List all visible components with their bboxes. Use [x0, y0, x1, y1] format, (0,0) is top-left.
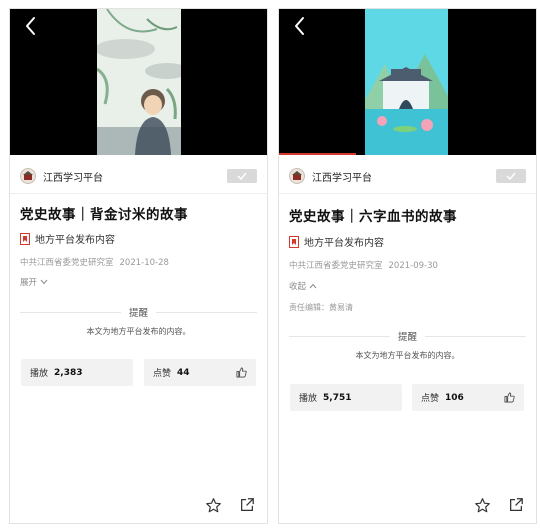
views-stat: 播放 5,751	[290, 384, 402, 411]
expand-toggle[interactable]: 展开	[20, 276, 48, 288]
like-button[interactable]: 点赞 106	[412, 384, 524, 411]
notice-heading: 提醒	[129, 308, 149, 319]
views-label: 播放	[30, 369, 49, 379]
follow-button[interactable]	[496, 169, 526, 183]
views-stat: 播放 2,383	[21, 359, 133, 386]
favorite-button[interactable]	[203, 495, 223, 515]
likes-label: 点赞	[421, 394, 440, 404]
article-card: 江西学习平台 党史故事｜六字血书的故事 地方平台发布内容 中共江西省委党史研究室…	[279, 155, 536, 523]
likes-count: 106	[445, 392, 464, 403]
share-button[interactable]	[506, 495, 526, 515]
meta-row: 中共江西省委党史研究室 2021-10-28	[20, 256, 169, 268]
star-icon	[205, 497, 221, 512]
author: 中共江西省委党史研究室	[289, 261, 383, 271]
chevron-left-icon[interactable]	[291, 15, 309, 37]
editor-credit: 责任编辑：黄易清	[289, 303, 353, 312]
share-icon	[510, 498, 523, 511]
check-icon	[237, 172, 247, 180]
bookmark-icon	[289, 235, 299, 248]
article-title: 党史故事｜背金讨米的故事	[20, 207, 188, 223]
video-player[interactable]	[279, 9, 536, 155]
source-row: 地方平台发布内容	[289, 234, 384, 249]
thumbs-up-icon	[236, 367, 247, 378]
views-count: 5,751	[323, 392, 352, 403]
publisher-avatar[interactable]	[289, 168, 305, 184]
screen-left: 江西学习平台 党史故事｜背金讨米的故事 地方平台发布内容 中共江西省委党史研究室…	[9, 8, 268, 524]
comparison-stage: 江西学习平台 党史故事｜背金讨米的故事 地方平台发布内容 中共江西省委党史研究室…	[0, 0, 540, 532]
expand-label: 展开	[20, 278, 38, 288]
author: 中共江西省委党史研究室	[20, 258, 114, 268]
divider	[10, 193, 267, 194]
likes-label: 点赞	[153, 369, 172, 379]
favorite-button[interactable]	[472, 495, 492, 515]
screen-right: 江西学习平台 党史故事｜六字血书的故事 地方平台发布内容 中共江西省委党史研究室…	[278, 8, 537, 524]
chevron-down-icon	[40, 279, 48, 285]
check-icon	[506, 172, 516, 180]
source-label: 地方平台发布内容	[304, 238, 384, 249]
chevron-up-icon	[309, 283, 317, 289]
views-label: 播放	[299, 394, 318, 404]
video-thumbnail	[365, 9, 448, 155]
source-row: 地方平台发布内容	[20, 231, 115, 246]
publisher-name[interactable]: 江西学习平台	[43, 169, 103, 184]
publisher-avatar[interactable]	[20, 168, 36, 184]
chevron-left-icon[interactable]	[22, 15, 40, 37]
like-button[interactable]: 点赞 44	[144, 359, 256, 386]
publisher-name[interactable]: 江西学习平台	[312, 169, 372, 184]
notice-text: 本文为地方平台发布的内容。	[355, 351, 460, 360]
bookmark-icon	[20, 232, 30, 245]
source-label: 地方平台发布内容	[35, 235, 115, 246]
collapse-label: 收起	[289, 282, 307, 292]
follow-button[interactable]	[227, 169, 257, 183]
bottom-toolbar	[458, 495, 526, 515]
share-button[interactable]	[237, 495, 257, 515]
publisher-row: 江西学习平台	[20, 167, 257, 185]
likes-count: 44	[177, 367, 190, 378]
star-icon	[474, 497, 490, 512]
video-thumbnail	[97, 9, 181, 155]
article-card: 江西学习平台 党史故事｜背金讨米的故事 地方平台发布内容 中共江西省委党史研究室…	[10, 155, 267, 523]
bottom-toolbar	[189, 495, 257, 515]
divider	[279, 193, 536, 194]
thumbs-up-icon	[504, 392, 515, 403]
meta-row: 中共江西省委党史研究室 2021-09-30	[289, 259, 438, 271]
publish-date: 2021-09-30	[388, 261, 438, 271]
notice-block: 提醒 本文为地方平台发布的内容。	[289, 329, 527, 361]
collapse-toggle[interactable]: 收起	[289, 280, 317, 292]
notice-heading: 提醒	[398, 332, 418, 343]
notice-block: 提醒 本文为地方平台发布的内容。	[20, 305, 258, 337]
share-icon	[241, 498, 254, 511]
notice-text: 本文为地方平台发布的内容。	[86, 327, 191, 336]
article-title: 党史故事｜六字血书的故事	[289, 209, 457, 225]
publisher-row: 江西学习平台	[289, 167, 526, 185]
views-count: 2,383	[54, 367, 83, 378]
publish-date: 2021-10-28	[119, 258, 169, 268]
video-player[interactable]	[10, 9, 267, 155]
